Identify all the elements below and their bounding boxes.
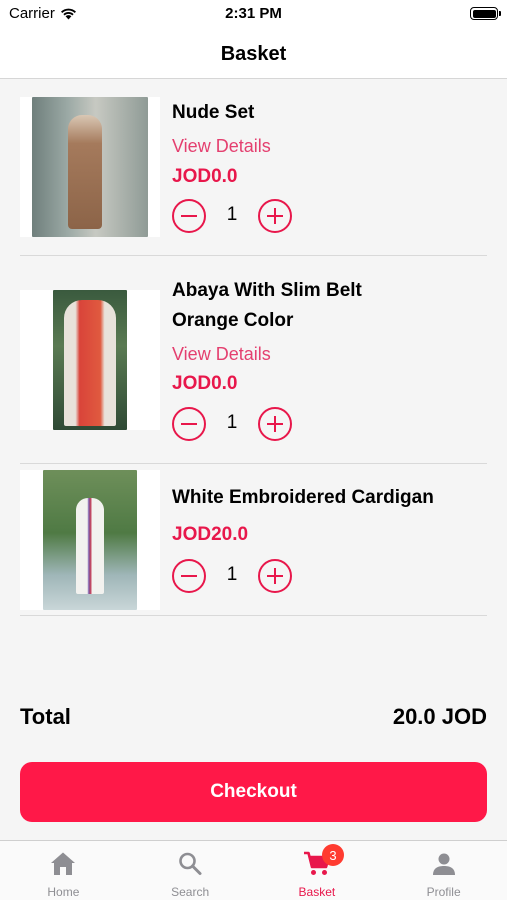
- total-label: Total: [20, 704, 71, 729]
- product-image[interactable]: [20, 97, 160, 237]
- tab-label: Search: [171, 885, 210, 899]
- home-icon: [51, 852, 76, 875]
- person-icon: [432, 853, 455, 875]
- decrease-quantity-button[interactable]: [172, 559, 206, 593]
- quantity-stepper: 1: [172, 407, 294, 441]
- item-name: Abaya With Slim Belt Orange Color: [172, 276, 472, 336]
- status-time: 2:31 PM: [225, 5, 282, 22]
- quantity-value: 1: [226, 204, 238, 225]
- item-name-line: Abaya With Slim Belt: [172, 280, 362, 301]
- tab-basket[interactable]: Basket: [254, 841, 381, 900]
- product-image[interactable]: [20, 470, 160, 610]
- view-details-link[interactable]: View Details: [172, 136, 271, 157]
- page-title: Basket: [220, 42, 287, 65]
- tab-home[interactable]: Home: [0, 841, 127, 900]
- quantity-value: 1: [226, 564, 238, 585]
- checkout-button[interactable]: Checkout: [20, 762, 487, 822]
- decrease-quantity-button[interactable]: [172, 407, 206, 441]
- quantity-value: 1: [226, 412, 238, 433]
- increase-quantity-button[interactable]: [258, 199, 292, 233]
- tab-label: Basket: [298, 885, 336, 899]
- item-name-line: Orange Color: [172, 310, 294, 331]
- tab-label: Home: [47, 885, 80, 899]
- decrease-quantity-button[interactable]: [172, 199, 206, 233]
- product-image[interactable]: [20, 290, 160, 430]
- item-name: Nude Set: [172, 102, 255, 123]
- tab-profile[interactable]: Profile: [380, 841, 507, 900]
- item-price: JOD0.0: [172, 166, 238, 187]
- increase-quantity-button[interactable]: [258, 407, 292, 441]
- tab-bar: Home Search Basket Profile: [0, 840, 507, 900]
- tab-label: Profile: [426, 885, 461, 899]
- basket-item: Abaya With Slim Belt Orange Color View D…: [20, 256, 487, 464]
- status-bar: Carrier 2:31 PM: [0, 0, 507, 30]
- item-price: JOD20.0: [172, 524, 249, 545]
- basket-item: White Embroidered Cardigan JOD20.0 1: [20, 464, 487, 616]
- increase-quantity-button[interactable]: [258, 559, 292, 593]
- navigation-bar: Basket: [0, 30, 507, 79]
- basket-item: Nude Set View Details JOD0.0 1: [20, 90, 487, 256]
- quantity-stepper: 1: [172, 559, 294, 593]
- item-price: JOD0.0: [172, 373, 238, 394]
- quantity-stepper: 1: [172, 199, 294, 233]
- item-name: White Embroidered Cardigan: [172, 487, 434, 508]
- total-row: Total 20.0 JOD: [20, 704, 487, 734]
- view-details-link[interactable]: View Details: [172, 344, 271, 365]
- tab-search[interactable]: Search: [127, 841, 254, 900]
- cart-count-badge: 3: [322, 844, 344, 866]
- total-value: 20.0 JOD: [392, 704, 487, 729]
- battery-icon: [470, 7, 501, 20]
- search-icon: [179, 852, 202, 875]
